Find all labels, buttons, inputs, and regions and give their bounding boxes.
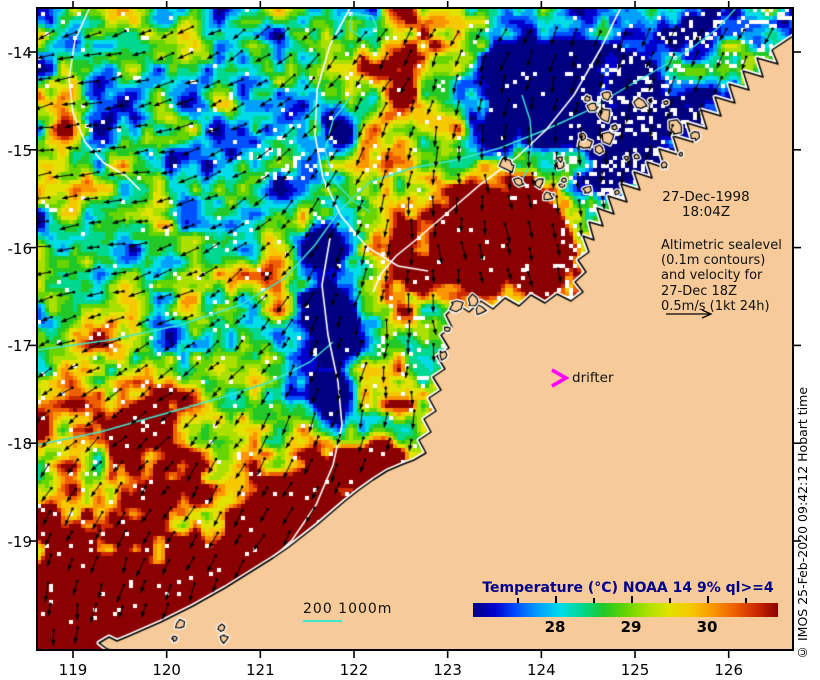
- altimetric-annotation: Altimetric sealevel (0.1m contours) and ve…: [661, 238, 782, 314]
- y-axis-label: -19: [7, 533, 33, 551]
- y-axis-label: -16: [7, 239, 33, 258]
- colorbar-minor-tick: [593, 598, 595, 603]
- colorbar-minor-tick: [669, 598, 671, 603]
- colorbar-title: Temperature (°C) NOAA 14 9% ql>=4: [482, 580, 774, 596]
- colorbar-tick-label: 29: [620, 618, 642, 636]
- y-axis-label: -14: [7, 44, 33, 62]
- temperature-colorbar: [473, 603, 778, 617]
- altimetric-line: Altimetric sealevel: [661, 238, 782, 253]
- x-axis-label: 125: [620, 661, 650, 679]
- altimetric-line: and velocity for: [661, 268, 763, 284]
- x-axis-label: 122: [339, 661, 369, 679]
- colorbar-major-tick: [707, 596, 709, 603]
- altimetric-line: (0.1m contours): [661, 253, 766, 269]
- depth-contour-legend: 200 1000m: [303, 601, 393, 617]
- y-axis-label: -15: [7, 141, 33, 160]
- x-axis-label: 120: [152, 661, 181, 679]
- colorbar-minor-tick: [745, 598, 747, 603]
- drifter-label: drifter: [572, 370, 614, 386]
- datetime-annotation: 27-Dec-1998 18:04Z: [650, 190, 762, 220]
- x-axis-label: 119: [58, 661, 88, 679]
- sst-raster-canvas: [37, 8, 793, 650]
- sst-map-figure: 27-Dec-1998 18:04Z Altimetric sealevel (0…: [0, 0, 820, 680]
- y-axis-label: -17: [7, 337, 33, 356]
- colorbar-tick-label: 30: [696, 618, 718, 636]
- colorbar-tick-label: 28: [544, 618, 566, 636]
- y-axis-label: -18: [7, 435, 33, 454]
- colorbar-minor-tick: [517, 598, 519, 603]
- copyright-text: © IMOS 25-Feb-2020 09:42:12 Hobart time: [795, 386, 810, 660]
- depth-contour-legend-line: [303, 620, 342, 622]
- time-text: 18:04Z: [681, 204, 731, 220]
- x-axis-label: 121: [246, 661, 275, 679]
- altimetric-line: 27-Dec 18Z: [661, 283, 737, 299]
- colorbar-major-tick: [555, 596, 557, 603]
- altimetric-line: 0.5m/s (1kt 24h): [661, 298, 770, 314]
- date-text: 27-Dec-1998: [662, 189, 750, 205]
- x-axis-label: 123: [433, 661, 462, 679]
- x-axis-label: 124: [527, 661, 556, 679]
- x-axis-label: 126: [714, 661, 743, 679]
- colorbar-major-tick: [631, 596, 633, 603]
